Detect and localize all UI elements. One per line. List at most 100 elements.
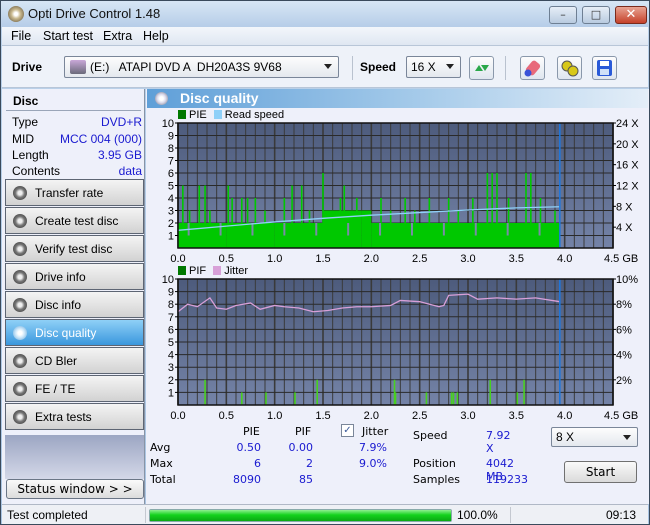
sidebar-filler	[5, 435, 144, 479]
pie-chart: 12345678910 4 X 8 X 12 X 16 X 20 X 24 X 0.0 0.5 1…	[162, 118, 640, 265]
y-tick-label: 9	[168, 287, 174, 299]
start-button[interactable]: Start	[564, 461, 637, 483]
eraser-icon	[524, 60, 541, 77]
y-tick-label: 7	[168, 312, 174, 324]
pif-bar	[523, 379, 525, 405]
position-label: Position	[413, 457, 456, 470]
sidebar-item-extra-tests[interactable]: Extra tests	[5, 403, 144, 430]
save-button[interactable]	[592, 56, 617, 80]
y-right-tick-label: 4%	[616, 350, 632, 362]
pie-bar	[491, 173, 493, 248]
sidebar-item-label: FE / TE	[35, 382, 76, 396]
x-tick-label: 2.0	[364, 410, 379, 421]
x-tick-label: 1.0	[267, 410, 282, 421]
y-right-tick-label: 2%	[616, 375, 632, 387]
refresh-button[interactable]	[469, 56, 494, 80]
pif-bar	[489, 379, 492, 405]
sidebar-item-label: Disc info	[35, 298, 82, 312]
y-right-tick-label: 8 X	[616, 201, 633, 213]
pie-bar	[496, 173, 498, 248]
sidebar-item-drive-info[interactable]: Drive info	[5, 263, 144, 290]
status-bar: Test completed 100.0% 09:13	[2, 504, 648, 524]
sidebar-item-disc-info[interactable]: Disc info	[5, 291, 144, 318]
pie-gap	[442, 223, 445, 236]
x-tick-label: 2.0	[364, 253, 379, 265]
col-pie-header: PIE	[243, 425, 260, 438]
erase-button[interactable]	[520, 56, 545, 80]
disc-contents-value: data	[118, 164, 142, 178]
total-pif: 85	[299, 473, 313, 486]
pie-bar	[389, 210, 392, 248]
sidebar-item-verify-test-disc[interactable]: Verify test disc	[5, 235, 144, 262]
test-speed-select[interactable]: 8 X	[551, 427, 638, 447]
avg-pif: 0.00	[288, 441, 314, 454]
speed-stat-label: Speed	[413, 429, 448, 442]
pie-bar	[404, 198, 406, 248]
menu-start-test[interactable]: Start test	[43, 29, 93, 43]
status-window-button[interactable]: Status window > >	[6, 479, 144, 499]
x-tick-label: 0.5	[219, 253, 234, 265]
x-tick-label: 3.5	[509, 253, 524, 265]
app-disc-icon	[8, 6, 24, 22]
sidebar-item-label: Create test disc	[35, 214, 119, 228]
drive-select[interactable]: (E:) ATAPI DVD A DH20A3S 9V68	[64, 56, 339, 78]
maximize-button[interactable]: □	[582, 6, 610, 24]
x-tick-label: 3.0	[460, 253, 475, 265]
jitter-checkbox[interactable]: ✓	[341, 424, 354, 437]
y-right-tick-label: 12 X	[616, 181, 639, 193]
pie-bar	[300, 185, 303, 248]
sidebar-item-transfer-rate[interactable]: Transfer rate	[5, 179, 144, 206]
sidebar-item-cd-bler[interactable]: CD Bler	[5, 347, 144, 374]
disc-length-row: Length 3.95 GB	[12, 148, 142, 163]
settings-button[interactable]	[557, 56, 582, 80]
total-label: Total	[150, 473, 176, 486]
close-button[interactable]: ✕	[615, 6, 647, 24]
x-tick-label: 4.5 GB	[604, 410, 638, 421]
menu-help[interactable]: Help	[143, 29, 169, 43]
pif-bar	[425, 392, 428, 405]
pie-gap	[506, 223, 509, 236]
close-icon: ✕	[625, 7, 637, 22]
disc-info-panel: Disc Type DVD+R MID MCC 004 (000) Length 3.…	[4, 90, 143, 178]
sidebar-item-disc-quality[interactable]: Disc quality	[5, 319, 144, 346]
panel-title: Disc quality	[180, 90, 259, 106]
y-tick-label: 9	[168, 131, 174, 143]
y-tick-label: 1	[168, 387, 174, 399]
disc-icon	[13, 326, 27, 340]
pie-bar	[447, 198, 450, 248]
pif-bar	[456, 392, 459, 405]
sidebar-item-create-test-disc[interactable]: Create test disc	[5, 207, 144, 234]
y-right-tick-label: 4 X	[616, 222, 633, 234]
menu-extra[interactable]: Extra	[103, 29, 132, 43]
disc-mid-label: MID	[12, 132, 34, 146]
pif-bar	[204, 379, 206, 405]
minimize-icon: –	[560, 8, 566, 21]
disc-type-value: DVD+R	[100, 115, 142, 129]
menu-file[interactable]: File	[11, 29, 31, 43]
divider	[145, 507, 146, 523]
pie-bar	[246, 198, 249, 248]
pie-gap	[219, 223, 222, 236]
speed-select[interactable]: 16 X	[406, 56, 461, 78]
sidebar-item-label: Extra tests	[35, 410, 92, 424]
col-pif-header: PIF	[295, 425, 312, 438]
pie-gap	[379, 223, 382, 236]
pif-bar	[265, 392, 267, 405]
test-speed-value: 8 X	[556, 430, 575, 444]
x-tick-label: 1.5	[315, 253, 330, 265]
y-right-tick-label: 16 X	[616, 160, 639, 172]
y-tick-label: 2	[168, 218, 174, 230]
progress-bar	[149, 509, 452, 522]
y-tick-label: 7	[168, 156, 174, 168]
refresh-icon	[475, 65, 489, 71]
y-tick-label: 6	[168, 324, 174, 336]
panel-header: Disc quality	[147, 89, 648, 108]
window-title: Opti Drive Control 1.48	[28, 6, 161, 21]
x-tick-label: 4.0	[557, 410, 572, 421]
disc-mid-row: MID MCC 004 (000)	[12, 132, 142, 147]
minimize-button[interactable]: –	[549, 6, 577, 24]
disc-icon	[13, 214, 27, 228]
sidebar-item-fe-te[interactable]: FE / TE	[5, 375, 144, 402]
sidebar-item-label: Verify test disc	[35, 242, 113, 256]
pie-bar	[331, 210, 334, 248]
